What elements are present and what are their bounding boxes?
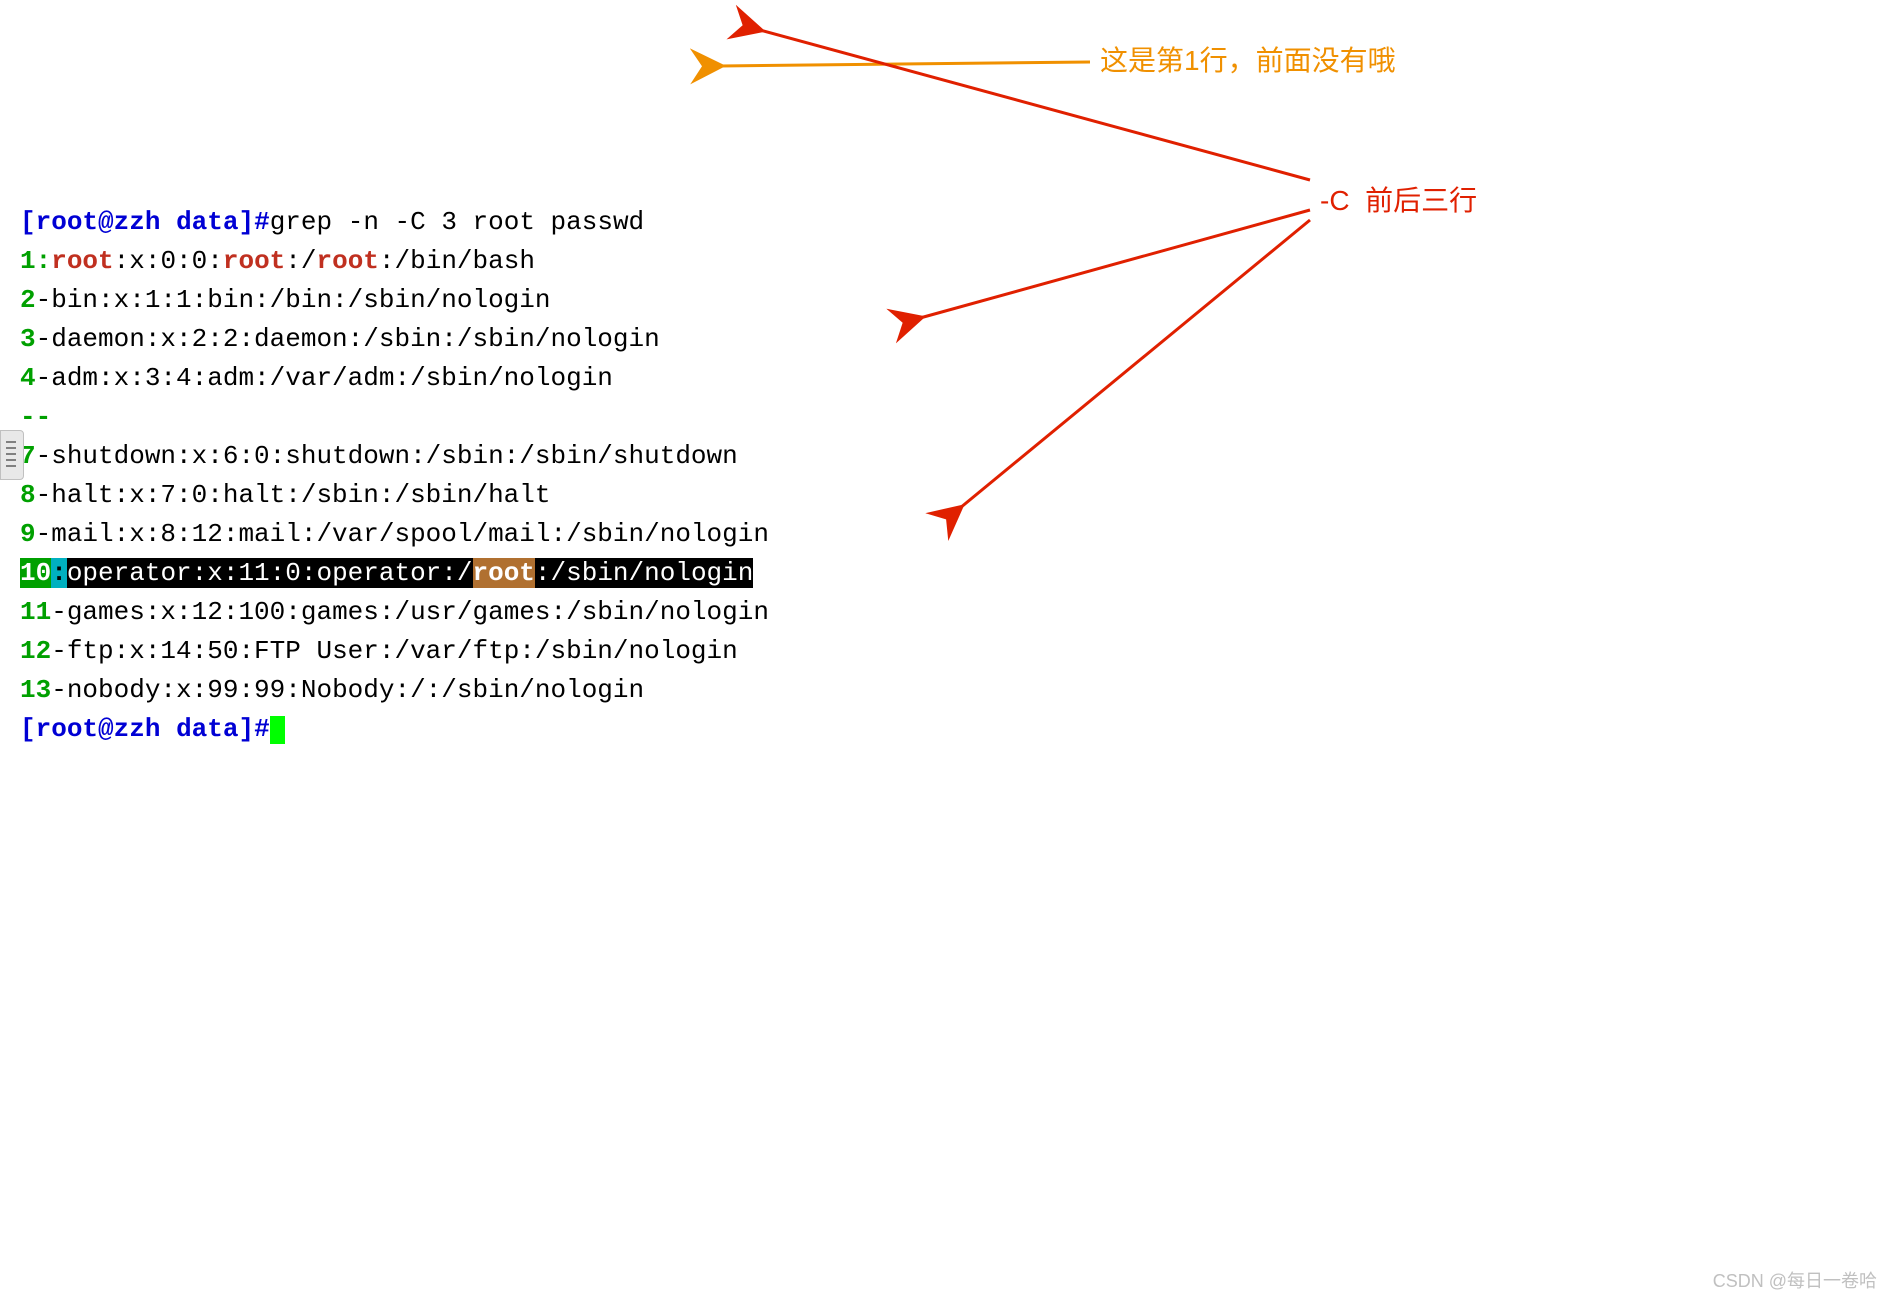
line-number: 9 (20, 519, 36, 549)
line-number: 12 (20, 636, 51, 666)
match-text: root (51, 246, 113, 276)
side-handle[interactable] (0, 430, 24, 480)
annotation-orange: 这是第1行，前面没有哦 (1100, 40, 1396, 82)
line-number: 8 (20, 480, 36, 510)
cursor (270, 716, 285, 744)
arrow-orange (720, 62, 1090, 66)
line-number: 10 (20, 558, 51, 588)
annotation-red: -C 前后三行 (1320, 180, 1477, 222)
line-number: 11 (20, 597, 51, 627)
command-text: grep -n -C 3 root passwd (270, 207, 644, 237)
prompt: [root@zzh data]# (20, 714, 270, 744)
line-number: 3 (20, 324, 36, 354)
line-number: 2 (20, 285, 36, 315)
prompt: [root@zzh data]# (20, 207, 270, 237)
terminal-output: [root@zzh data]#grep -n -C 3 root passwd… (20, 164, 1877, 749)
match-text: root (473, 558, 535, 588)
match-text: root (223, 246, 285, 276)
line-number: 4 (20, 363, 36, 393)
match-text: root (317, 246, 379, 276)
line-number: 1 (20, 246, 36, 276)
separator: -- (20, 402, 51, 432)
line-number: 13 (20, 675, 51, 705)
watermark: CSDN @每日一卷哈 (1713, 1268, 1877, 1295)
